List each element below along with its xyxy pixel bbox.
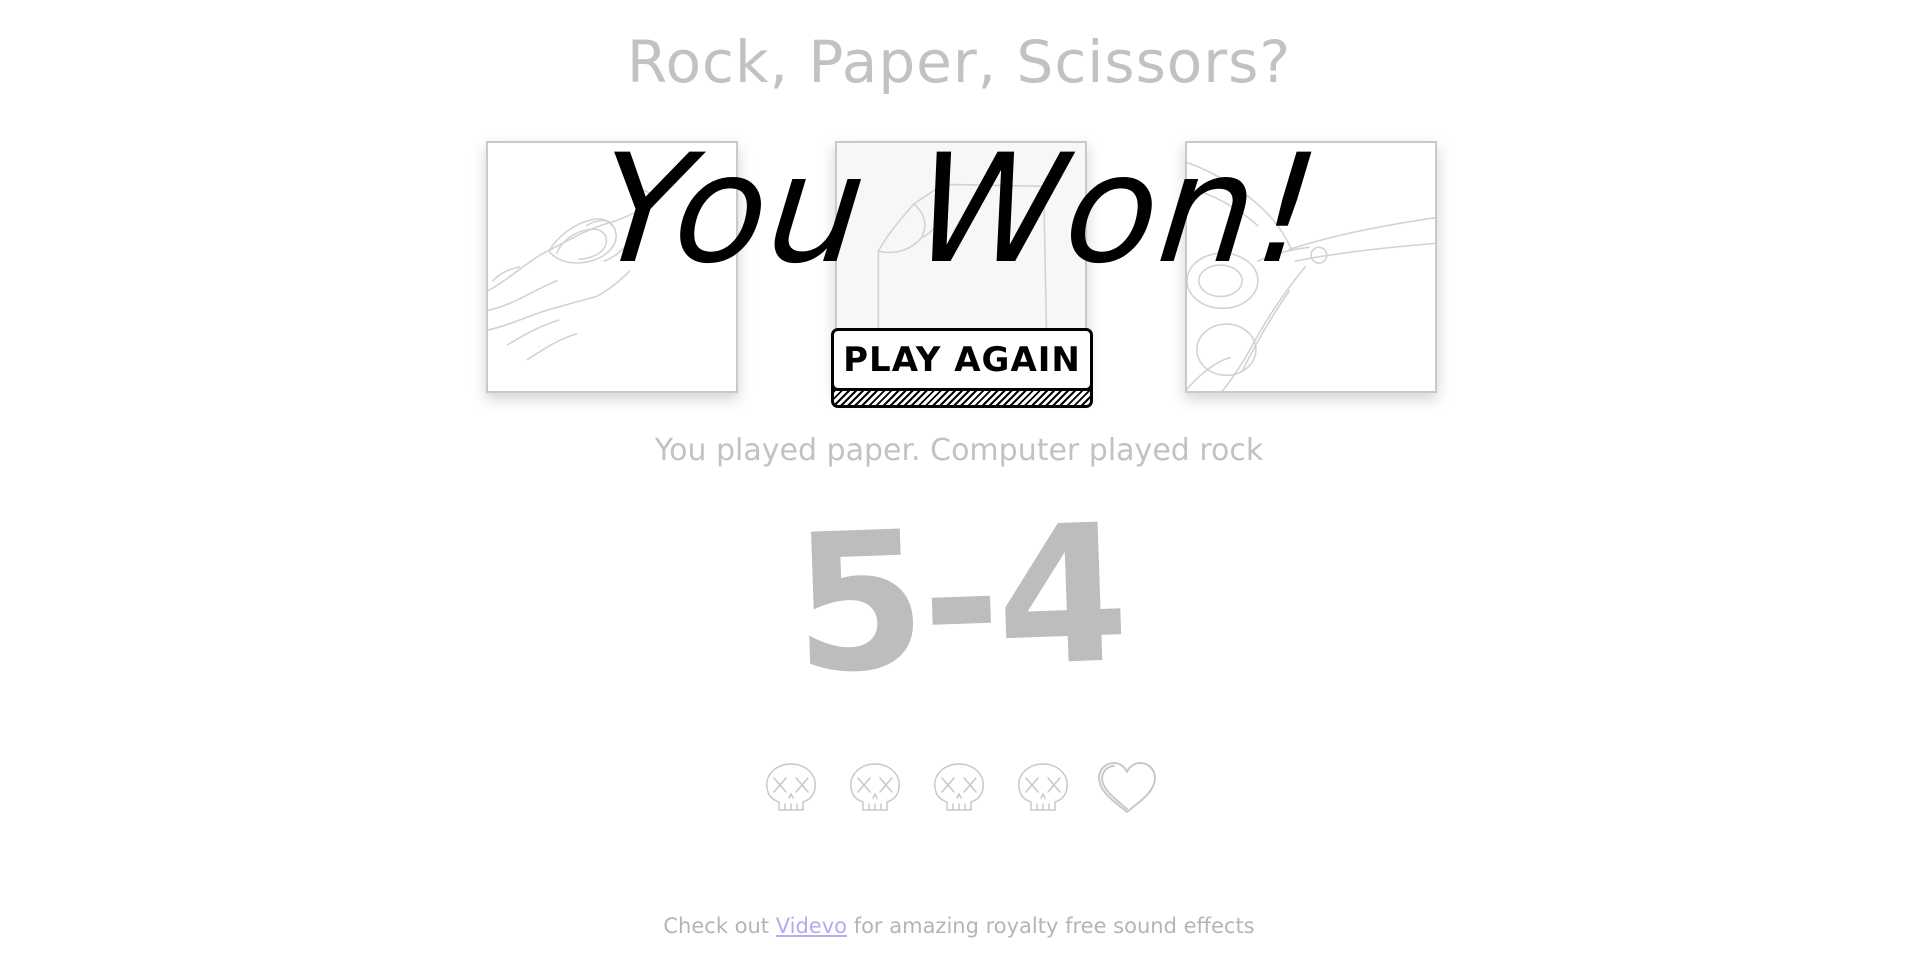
footer-suffix: for amazing royalty free sound effects — [853, 914, 1255, 938]
footer-credit: Check out Videvo for amazing royalty fre… — [0, 914, 1918, 938]
skull-icon — [759, 760, 823, 816]
rock-choice-card[interactable] — [486, 141, 738, 393]
play-again-label: PLAY AGAIN — [831, 328, 1093, 391]
round-summary: You played paper. Computer played rock — [654, 433, 1264, 468]
skull-icon — [927, 760, 991, 816]
game-page: Rock, Paper, Scissors? You Won! PLAY AGA… — [0, 0, 1918, 955]
skull-icon — [843, 760, 907, 816]
scissors-choice-card[interactable] — [1185, 141, 1437, 393]
lives-row — [0, 760, 1918, 816]
footer-prefix: Check out — [663, 914, 770, 938]
rock-hand-icon — [488, 188, 657, 361]
scissors-icon — [1187, 161, 1435, 391]
heart-icon — [1095, 760, 1159, 816]
skull-icon — [1011, 760, 1075, 816]
play-again-button[interactable]: PLAY AGAIN — [831, 328, 1093, 408]
page-title: Rock, Paper, Scissors? — [626, 28, 1292, 96]
videvo-link[interactable]: Videvo — [776, 914, 847, 938]
score-display: 5-4 — [789, 483, 1129, 716]
